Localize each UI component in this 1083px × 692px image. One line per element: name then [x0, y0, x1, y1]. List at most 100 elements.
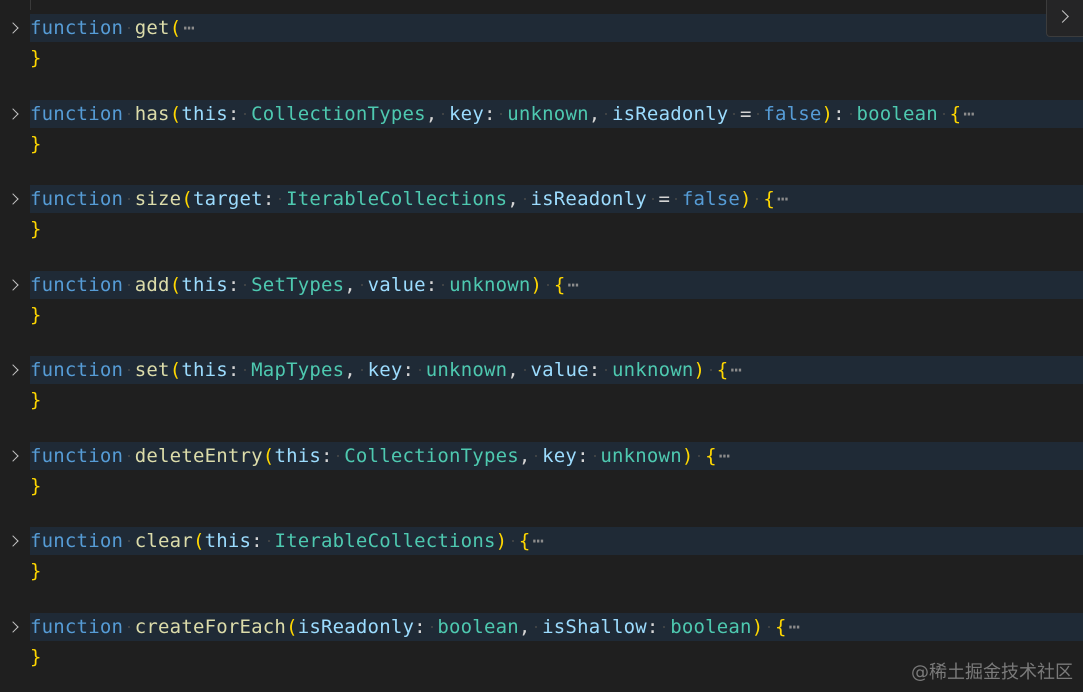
whitespace	[123, 527, 135, 555]
code-token: IterableCollections	[274, 530, 496, 552]
code-token: :	[646, 615, 659, 638]
whitespace	[693, 442, 705, 470]
whitespace	[240, 271, 252, 299]
code-token: ,	[518, 615, 531, 638]
code-token: :	[833, 102, 845, 125]
code-token: )	[693, 359, 706, 381]
code-token: key	[449, 102, 484, 125]
code-token: isReadonly	[530, 188, 647, 210]
whitespace	[670, 185, 682, 213]
collapsed-ellipsis[interactable]: ⋯	[533, 530, 545, 552]
code-token: this	[181, 102, 228, 125]
code-token: unknown	[600, 444, 682, 467]
collapsed-ellipsis[interactable]: ⋯	[730, 359, 742, 381]
code-line-signature[interactable]: function get(⋯	[30, 14, 1083, 42]
code-token: unknown	[449, 273, 531, 296]
whitespace	[123, 356, 135, 384]
code-line-signature[interactable]: function size(target: IterableCollection…	[30, 185, 1083, 213]
code-token: boolean	[437, 615, 519, 638]
code-token: =	[658, 188, 671, 210]
code-token: (	[169, 102, 182, 125]
code-token: deleteEntry	[134, 444, 263, 467]
code-token: unknown	[507, 102, 589, 125]
code-token: key	[542, 444, 578, 467]
code-token: function	[30, 444, 124, 467]
code-line-signature[interactable]: function createForEach(isReadonly: boole…	[30, 612, 1083, 641]
code-token: function	[30, 615, 124, 638]
collapsed-ellipsis[interactable]: ⋯	[719, 445, 731, 467]
fold-chevron-icon[interactable]	[8, 276, 22, 296]
fold-chevron-icon[interactable]	[8, 105, 22, 125]
whitespace	[600, 356, 612, 384]
fold-chevron-icon[interactable]	[8, 447, 22, 467]
code-token: function	[30, 359, 124, 381]
code-token: :	[227, 359, 240, 381]
code-token: ,	[588, 102, 601, 125]
code-token: (	[169, 273, 182, 296]
code-token: :	[227, 273, 240, 296]
chevron-right-icon[interactable]	[1046, 0, 1083, 37]
code-line-signature[interactable]: function clear(this: IterableCollections…	[30, 527, 1083, 555]
code-token: function	[30, 102, 124, 125]
code-token: get	[134, 17, 170, 39]
code-token: )	[495, 530, 508, 552]
code-token: :	[402, 359, 415, 381]
whitespace	[531, 613, 543, 641]
whitespace	[507, 527, 519, 555]
code-token: isReadonly	[612, 102, 729, 125]
closing-brace: }	[30, 560, 42, 582]
code-line-signature[interactable]: function deleteEntry(this: CollectionTyp…	[30, 441, 1083, 470]
closing-brace: }	[30, 474, 42, 497]
code-token: :	[262, 188, 275, 210]
code-token: {	[553, 273, 566, 296]
code-token: IterableCollections	[286, 188, 508, 210]
code-token: ,	[507, 188, 519, 210]
code-token: :	[251, 530, 263, 552]
whitespace	[600, 100, 612, 128]
code-token: :	[577, 444, 589, 467]
code-token: :	[588, 359, 601, 381]
closing-brace: }	[30, 218, 42, 240]
folded-function-block: function has(this: CollectionTypes, key:…	[0, 99, 1083, 160]
collapsed-ellipsis[interactable]: ⋯	[789, 616, 801, 638]
whitespace	[519, 185, 531, 213]
code-token: function	[30, 188, 124, 210]
code-token: SetTypes	[251, 273, 345, 296]
whitespace	[705, 356, 717, 384]
fold-chevron-icon[interactable]	[8, 19, 22, 39]
code-token: {	[705, 444, 717, 467]
code-token: boolean	[670, 615, 752, 638]
folded-function-block: function size(target: IterableCollection…	[0, 185, 1083, 245]
code-token: isReadonly	[297, 615, 415, 638]
code-token: function	[30, 530, 124, 552]
fold-chevron-icon[interactable]	[8, 190, 22, 210]
code-token: key	[367, 359, 403, 381]
whitespace	[123, 14, 135, 42]
whitespace	[414, 356, 426, 384]
code-line-signature[interactable]: function add(this: SetTypes, value: unkn…	[30, 270, 1083, 299]
code-token: :	[414, 615, 426, 638]
code-token: CollectionTypes	[344, 444, 519, 467]
code-line-signature[interactable]: function set(this: MapTypes, key: unknow…	[30, 356, 1083, 384]
collapsed-ellipsis[interactable]: ⋯	[963, 103, 975, 125]
fold-chevron-icon[interactable]	[8, 532, 22, 552]
fold-chevron-icon[interactable]	[8, 618, 22, 638]
collapsed-ellipsis[interactable]: ⋯	[567, 274, 579, 296]
whitespace	[123, 100, 135, 128]
collapsed-ellipsis[interactable]: ⋯	[777, 188, 789, 210]
code-token: (	[286, 615, 298, 638]
closing-brace: }	[30, 303, 42, 326]
whitespace	[752, 100, 764, 128]
whitespace	[589, 442, 601, 470]
code-line-signature[interactable]: function has(this: CollectionTypes, key:…	[30, 99, 1083, 128]
indent-guide	[30, 0, 31, 10]
code-editor[interactable]: function get(⋯} function has(this: Collec…	[0, 0, 1083, 692]
whitespace	[123, 442, 135, 470]
fold-chevron-icon[interactable]	[8, 361, 22, 381]
whitespace	[123, 613, 135, 641]
whitespace	[123, 271, 135, 299]
folded-function-block: function add(this: SetTypes, value: unkn…	[0, 270, 1083, 331]
code-token: set	[134, 359, 170, 381]
closing-brace: }	[30, 645, 42, 668]
collapsed-ellipsis[interactable]: ⋯	[183, 17, 195, 39]
